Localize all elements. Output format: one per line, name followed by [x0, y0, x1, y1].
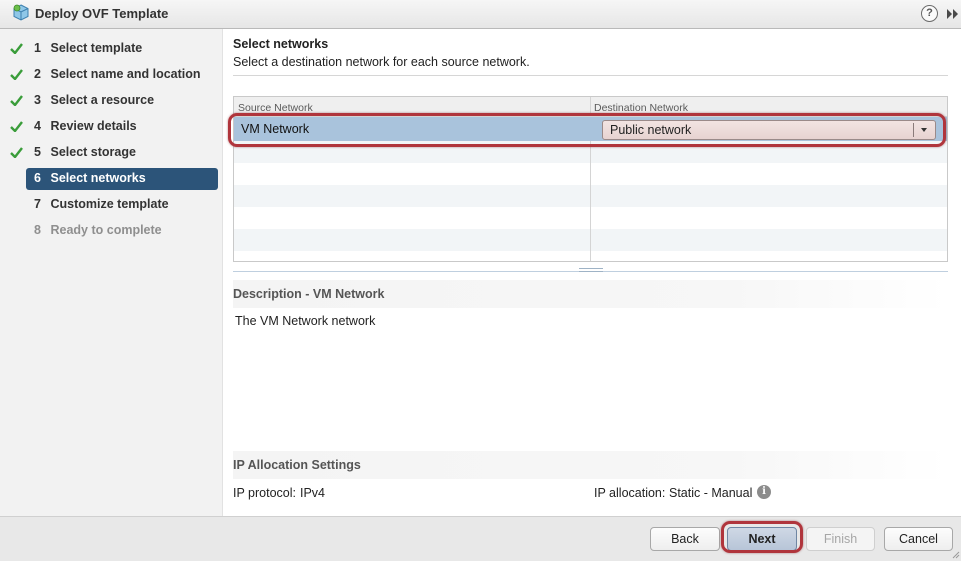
step-label: Select storage	[50, 145, 136, 159]
next-button[interactable]: Next	[727, 527, 797, 551]
check-icon	[10, 147, 23, 158]
step-customize-template[interactable]: 7 Customize template	[26, 194, 218, 216]
ip-protocol-value: IPv4	[300, 486, 326, 500]
page-subtitle: Select a destination network for each so…	[233, 55, 530, 69]
step-select-a-resource[interactable]: 3 Select a resource	[26, 90, 218, 112]
expand-icon[interactable]	[944, 6, 960, 22]
destination-network-dropdown[interactable]: Public network	[602, 120, 936, 140]
cancel-button[interactable]: Cancel	[884, 527, 953, 551]
info-icon[interactable]: i	[757, 485, 771, 499]
divider	[233, 75, 948, 76]
title-bar: Deploy OVF Template ?	[0, 0, 961, 29]
step-label: Review details	[50, 119, 137, 133]
wizard-steps-sidebar: 1 Select template 2 Select name and loca…	[0, 29, 223, 516]
ip-allocation-label: IP allocation:	[594, 486, 666, 500]
ip-allocation-value: Static - Manual	[669, 486, 753, 500]
step-label: Select name and location	[50, 67, 201, 81]
step-select-networks[interactable]: 6 Select networks	[26, 168, 218, 190]
vm-template-icon	[13, 4, 29, 21]
page-title: Select networks	[233, 37, 329, 51]
step-label: Select template	[50, 41, 143, 55]
network-mapping-table: Source Network Destination Network VM Ne…	[233, 96, 948, 262]
back-button[interactable]: Back	[650, 527, 720, 551]
source-network-cell: VM Network	[241, 122, 310, 136]
step-review-details[interactable]: 4 Review details	[26, 116, 218, 138]
step-label: Ready to complete	[50, 223, 162, 237]
finish-button: Finish	[806, 527, 875, 551]
wizard-footer: Back Next Finish Cancel	[0, 516, 961, 561]
ip-allocation-title: IP Allocation Settings	[233, 451, 948, 479]
step-ready-to-complete: 8 Ready to complete	[34, 223, 162, 237]
step-select-storage[interactable]: 5 Select storage	[26, 142, 218, 164]
chevron-down-icon[interactable]	[921, 128, 927, 132]
step-label: Select a resource	[50, 93, 155, 107]
step-select-name-and-location[interactable]: 2 Select name and location	[26, 64, 218, 86]
check-icon	[10, 95, 23, 106]
dropdown-separator	[913, 123, 914, 137]
step-select-template[interactable]: 1 Select template	[26, 38, 218, 60]
check-icon	[10, 121, 23, 132]
check-icon	[10, 69, 23, 80]
resize-grip-icon[interactable]	[950, 549, 960, 559]
destination-network-value: Public network	[610, 123, 692, 137]
ip-protocol-label: IP protocol:	[233, 486, 297, 500]
splitter-handle-icon[interactable]	[579, 268, 603, 274]
help-icon[interactable]: ?	[921, 5, 938, 22]
step-label: Select networks	[50, 171, 146, 185]
description-title: Description - VM Network	[233, 280, 948, 308]
window-title: Deploy OVF Template	[35, 6, 169, 21]
step-label: Customize template	[50, 197, 169, 211]
description-text: The VM Network network	[235, 314, 376, 328]
table-row[interactable]: VM Network Public network	[234, 117, 947, 141]
check-icon	[10, 43, 23, 54]
column-header-destination-network[interactable]: Destination Network	[594, 102, 688, 114]
column-header-source-network[interactable]: Source Network	[238, 102, 313, 114]
